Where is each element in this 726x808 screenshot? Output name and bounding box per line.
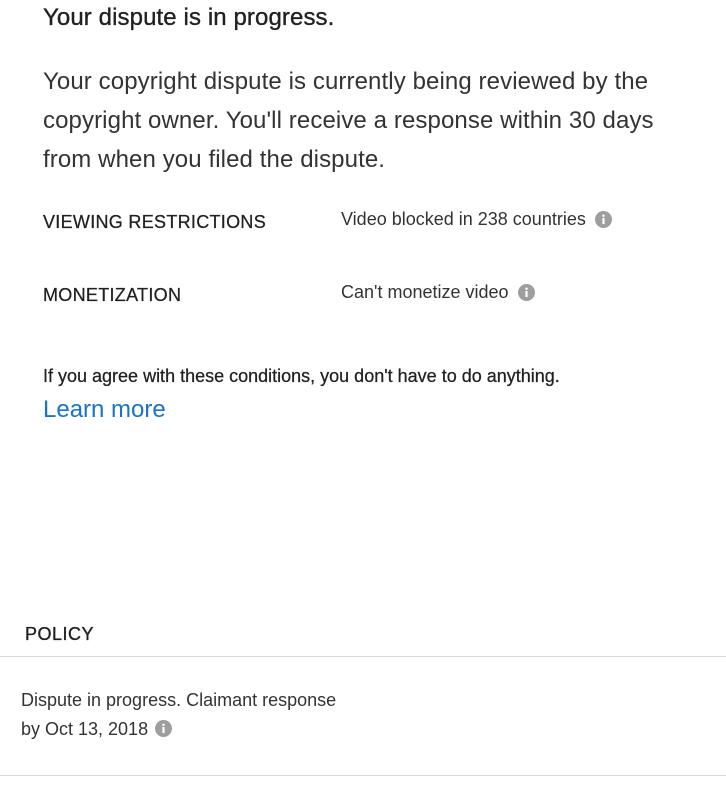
monetization-value: Can't monetize video xyxy=(341,282,535,303)
dispute-description: Your copyright dispute is currently bein… xyxy=(43,68,654,173)
monetization-label: MONETIZATION xyxy=(43,285,182,305)
learn-more-link[interactable]: Learn more xyxy=(43,396,166,424)
policy-status: Dispute in progress. Claimant response b… xyxy=(21,686,341,744)
monetization-text: Can't monetize video xyxy=(341,282,509,302)
viewing-restrictions-text: Video blocked in 238 countries xyxy=(341,209,586,229)
divider xyxy=(0,775,726,776)
page-title: Your dispute is in progress. xyxy=(43,4,335,31)
info-icon[interactable] xyxy=(155,717,173,737)
policy-heading: POLICY xyxy=(25,624,95,644)
viewing-restrictions-label: VIEWING RESTRICTIONS xyxy=(43,212,267,232)
viewing-restrictions-value: Video blocked in 238 countries xyxy=(341,209,612,230)
info-icon[interactable] xyxy=(594,211,612,228)
divider xyxy=(0,656,726,657)
info-icon[interactable] xyxy=(517,284,535,301)
policy-status-text: Dispute in progress. Claimant response b… xyxy=(21,690,337,739)
conditions-notice: If you agree with these conditions, you … xyxy=(43,366,560,386)
